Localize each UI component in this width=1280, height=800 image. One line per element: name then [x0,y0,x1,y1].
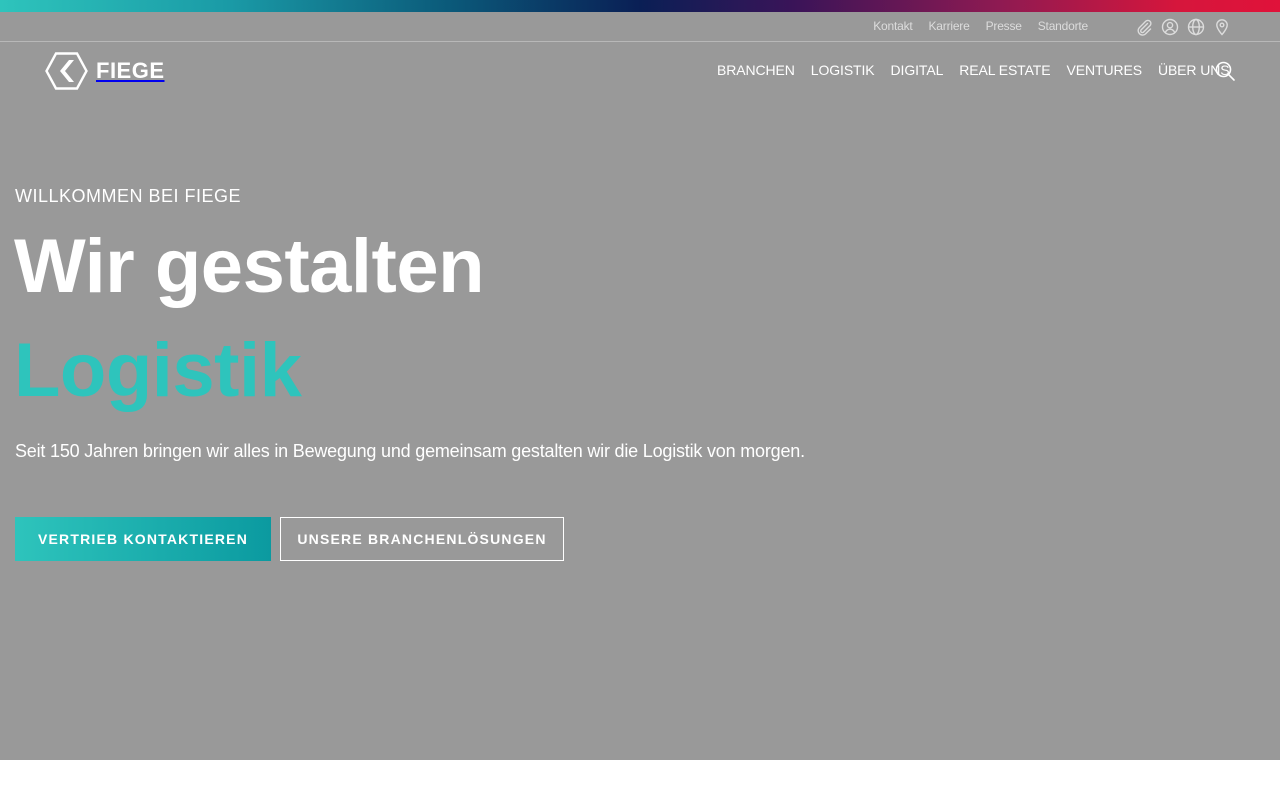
hero-subtitle: Seit 150 Jahren bringen wir alles in Bew… [15,441,805,461]
hero-headline: Wir gestalten [14,224,485,309]
utility-link-kontakt[interactable]: Kontakt [873,19,912,33]
hero-eyebrow: WILLKOMMEN BEI FIEGE [15,186,242,206]
utility-links: Kontakt Karriere Presse Standorte [873,19,1088,33]
utility-link-presse[interactable]: Presse [986,19,1022,33]
utility-icons [1135,18,1231,36]
nav-item-digital[interactable]: DIGITAL [891,62,944,78]
user-icon[interactable] [1161,18,1179,36]
globe-icon[interactable] [1187,18,1205,36]
contact-sales-button[interactable]: VERTRIEB KONTAKTIEREN [15,517,271,561]
nav-item-ventures[interactable]: VENTURES [1067,62,1143,78]
hero-headline-accent: Logistik [14,328,302,413]
nav-item-logistik[interactable]: LOGISTIK [811,62,875,78]
utility-link-karriere[interactable]: Karriere [929,19,970,33]
location-pin-icon[interactable] [1213,18,1231,36]
fiege-logo-mark-icon [45,52,88,90]
nav-item-branchen[interactable]: BRANCHEN [717,62,795,78]
utility-link-standorte[interactable]: Standorte [1038,19,1088,33]
utility-bar: Kontakt Karriere Presse Standorte [0,12,1280,42]
main-nav: BRANCHEN LOGISTIK DIGITAL REAL ESTATE VE… [717,62,1230,78]
brand-gradient-bar [0,0,1280,12]
paperclip-icon[interactable] [1135,18,1153,36]
industry-solutions-button[interactable]: UNSERE BRANCHENLÖSUNGEN [280,517,564,561]
logo-wordmark: FIEGE [96,58,165,83]
fiege-logo[interactable]: FIEGE [45,52,165,90]
nav-item-real-estate[interactable]: REAL ESTATE [959,62,1050,78]
search-icon[interactable] [1214,60,1236,82]
